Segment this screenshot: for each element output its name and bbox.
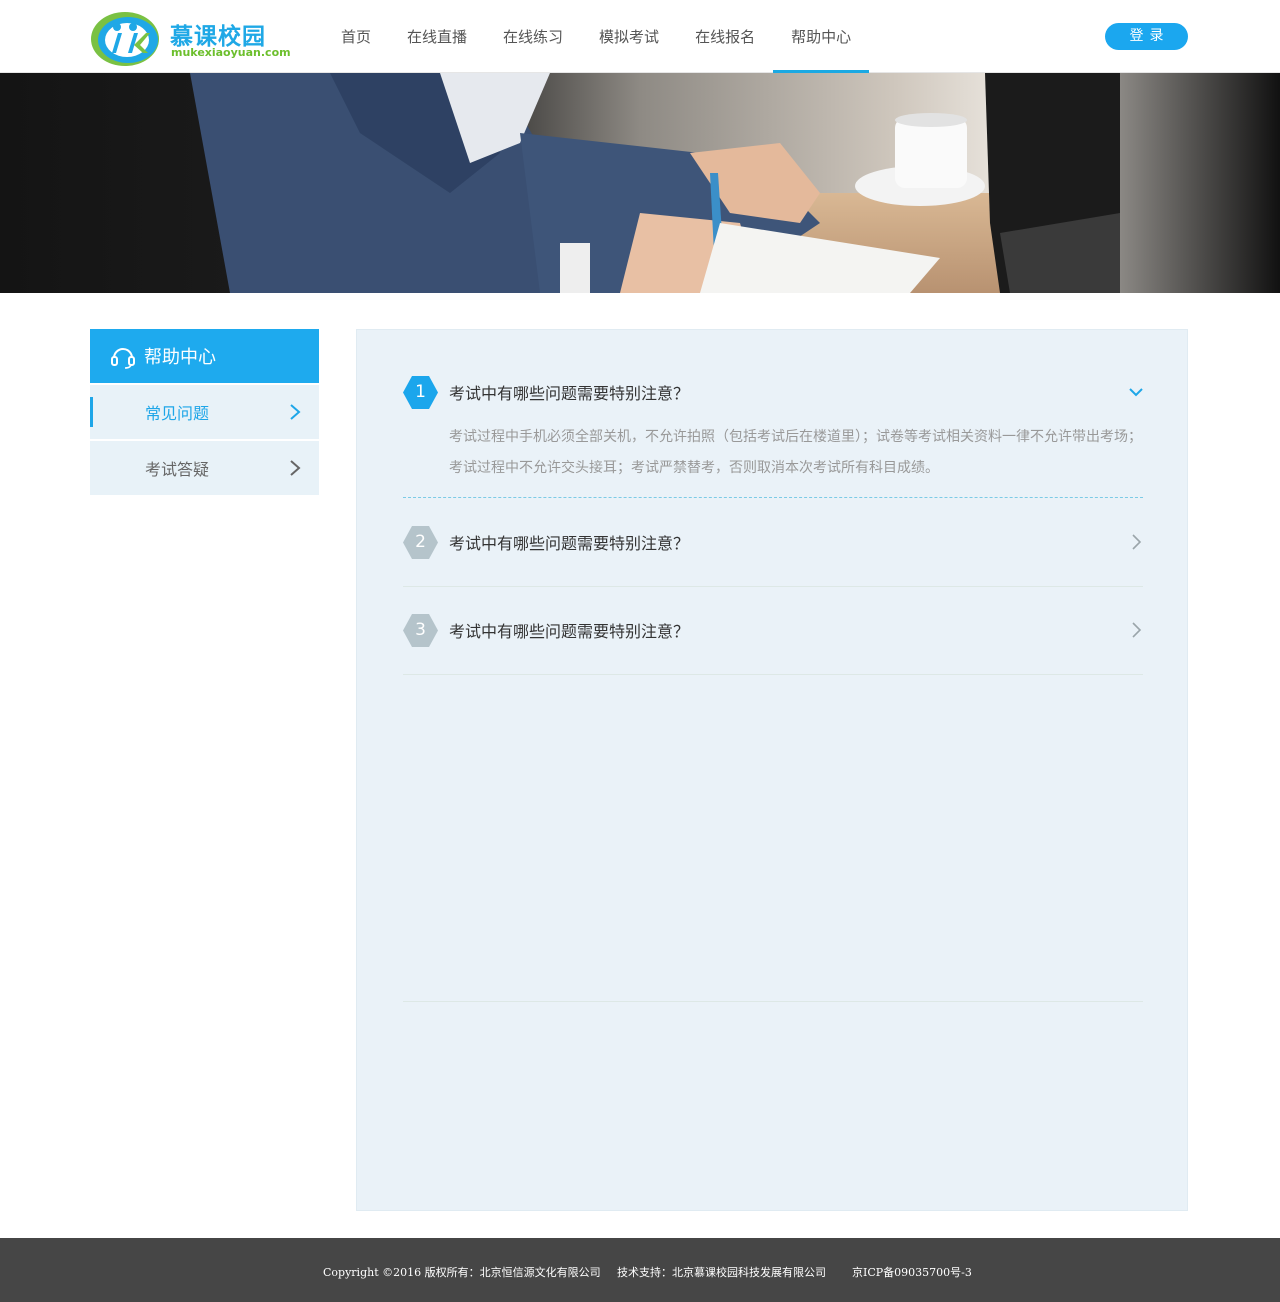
sidebar-item-faq[interactable]: 常见问题 — [90, 385, 319, 439]
chevron-right-icon[interactable] — [1129, 534, 1143, 550]
sidebar-item-exam-qa[interactable]: 考试答疑 — [90, 441, 319, 495]
chevron-right-icon — [290, 404, 301, 420]
site-footer: Copyright ©2016 版权所有：北京恒信源文化有限公司 技术支持：北京… — [0, 1238, 1280, 1302]
sidebar-header: 帮助中心 — [90, 329, 319, 383]
faq-question: 考试中有哪些问题需要特别注意？ — [449, 384, 690, 403]
chevron-right-icon[interactable] — [1129, 622, 1143, 638]
divider — [403, 674, 1143, 675]
site-header: 慕课校园 mukexiaoyuan.com 首页 在线直播 在线练习 模拟考试 … — [0, 0, 1280, 73]
nav-home[interactable]: 首页 — [323, 0, 389, 73]
footer-support: 技术支持：北京慕课校园科技发展有限公司 — [617, 1266, 826, 1279]
hero-banner — [0, 73, 1280, 293]
faq-question: 考试中有哪些问题需要特别注意？ — [449, 622, 690, 641]
nav-practice[interactable]: 在线练习 — [485, 0, 581, 73]
logo-subtitle: mukexiaoyuan.com — [171, 46, 291, 59]
nav-registration[interactable]: 在线报名 — [677, 0, 773, 73]
login-button[interactable]: 登录 — [1105, 23, 1188, 50]
headset-icon — [111, 348, 135, 369]
faq-item: 3 考试中有哪些问题需要特别注意？ — [403, 586, 1143, 674]
main-nav: 首页 在线直播 在线练习 模拟考试 在线报名 帮助中心 — [323, 0, 870, 73]
banner-image — [0, 73, 1280, 293]
faq-question-row[interactable]: 2 考试中有哪些问题需要特别注意？ — [403, 498, 1143, 586]
sidebar-item-label: 常见问题 — [145, 404, 210, 423]
sidebar-item-label: 考试答疑 — [145, 460, 210, 479]
nav-live[interactable]: 在线直播 — [389, 0, 485, 73]
footer-copyright: Copyright ©2016 版权所有：北京恒信源文化有限公司 — [323, 1266, 601, 1279]
site-logo[interactable]: 慕课校园 mukexiaoyuan.com — [90, 9, 291, 67]
faq-question: 考试中有哪些问题需要特别注意？ — [449, 534, 690, 553]
footer-icp[interactable]: 京ICP备09035700号-3 — [852, 1264, 972, 1280]
number-badge: 3 — [403, 613, 438, 648]
faq-panel: 1 考试中有哪些问题需要特别注意？ 考试过程中手机必须全部关机，不允许拍照（包括… — [356, 329, 1188, 1211]
nav-help-center[interactable]: 帮助中心 — [773, 0, 870, 73]
nav-mock-exam[interactable]: 模拟考试 — [581, 0, 677, 73]
divider — [403, 1001, 1143, 1002]
faq-item: 2 考试中有哪些问题需要特别注意？ — [403, 498, 1143, 586]
number-badge: 2 — [403, 525, 438, 560]
sidebar-title: 帮助中心 — [144, 347, 216, 368]
faq-question-row[interactable]: 3 考试中有哪些问题需要特别注意？ — [403, 586, 1143, 674]
help-sidebar: 帮助中心 常见问题 考试答疑 — [90, 329, 319, 495]
faq-item: 1 考试中有哪些问题需要特别注意？ 考试过程中手机必须全部关机，不允许拍照（包括… — [403, 348, 1143, 484]
chevron-down-icon[interactable] — [1129, 384, 1143, 400]
faq-question-row[interactable]: 1 考试中有哪些问题需要特别注意？ — [403, 348, 1143, 436]
logo-icon — [91, 12, 159, 66]
number-badge: 1 — [403, 375, 438, 410]
chevron-right-icon — [290, 460, 301, 476]
